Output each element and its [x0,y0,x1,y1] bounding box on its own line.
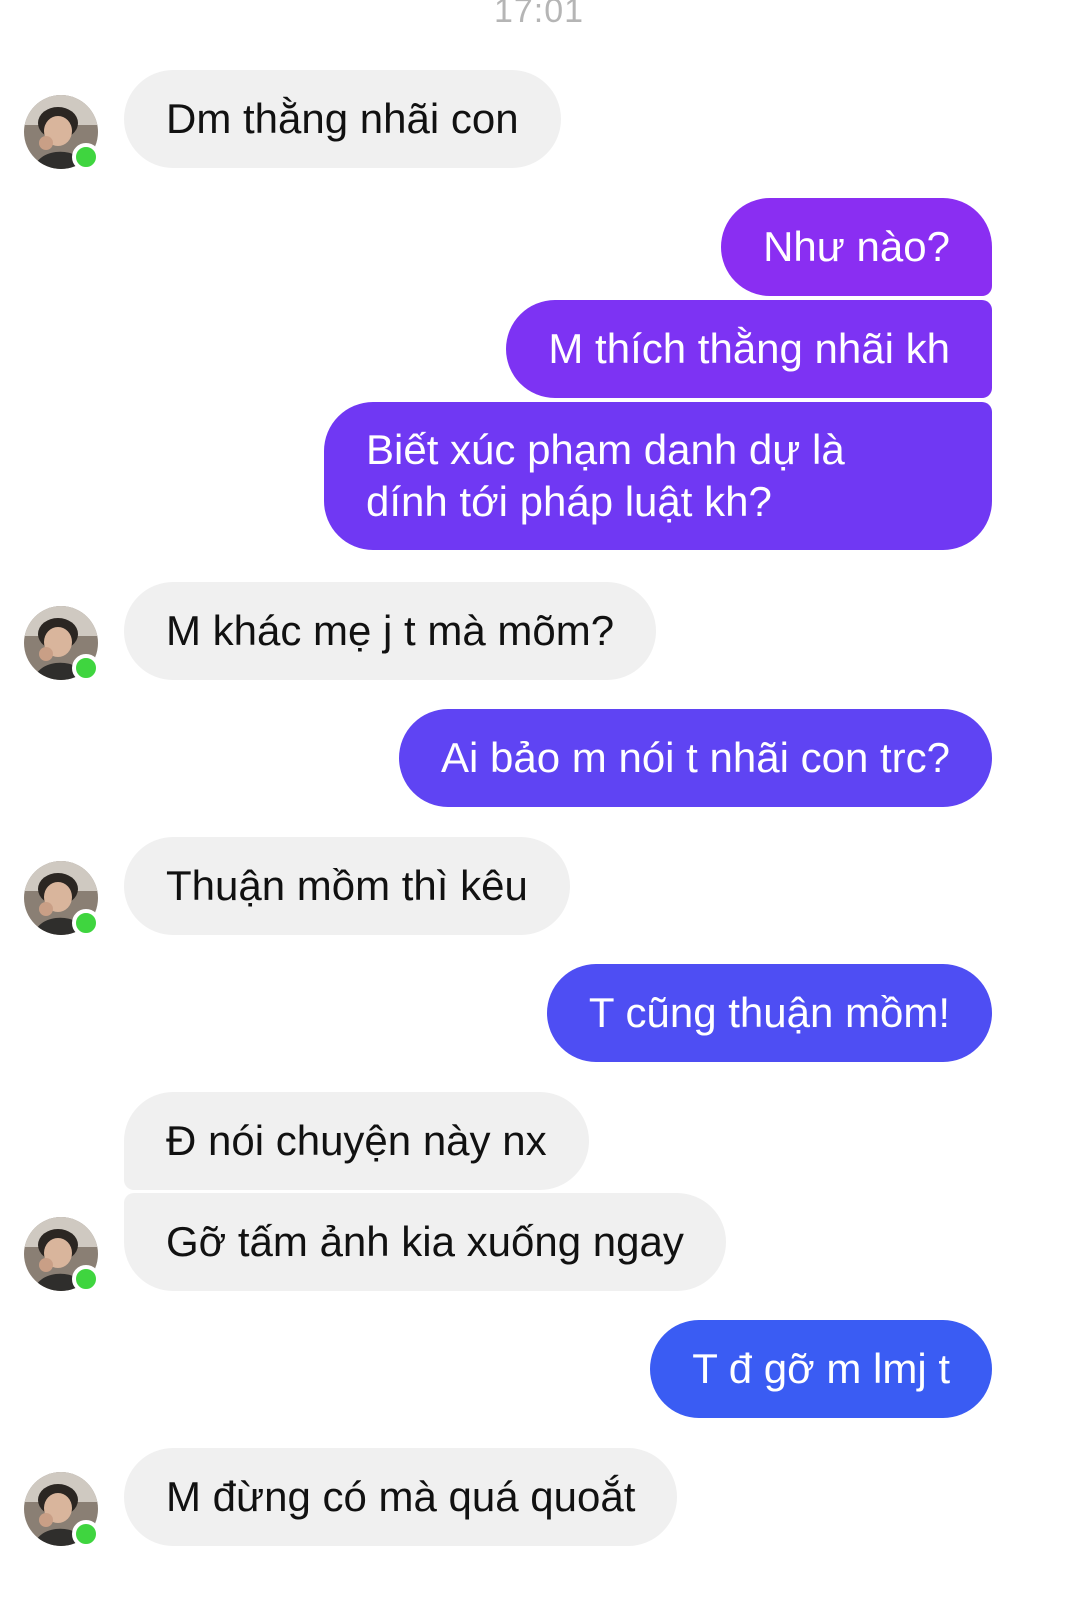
timestamp: 17:01 [493,0,585,30]
incoming-message[interactable]: M khác mẹ j t mà mõm? [124,582,657,680]
outgoing-message[interactable]: T cũng thuận mồm! [546,964,992,1062]
outgoing-message[interactable]: Ai bảo m nói t nhãi con trc? [399,709,992,807]
outgoing-message-multiline[interactable]: Biết xúc phạm danh dự là dính tới pháp l… [324,402,992,550]
message-line: Biết xúc phạm danh dự là [366,426,845,473]
online-status-dot [72,143,100,171]
incoming-message[interactable]: M đừng có mà quá quoắt [124,1448,678,1546]
outgoing-message[interactable]: T đ gỡ m lmj t [650,1320,992,1418]
avatar[interactable] [24,1472,100,1548]
incoming-message[interactable]: Gỡ tấm ảnh kia xuống ngay [124,1193,726,1291]
online-status-dot [72,654,100,682]
outgoing-message[interactable]: Như nào? [721,198,992,296]
avatar[interactable] [24,1217,100,1293]
avatar[interactable] [24,861,100,937]
online-status-dot [72,1520,100,1548]
outgoing-message[interactable]: M thích thằng nhãi kh [506,300,992,398]
incoming-message[interactable]: Đ nói chuyện này nx [124,1092,589,1190]
incoming-message[interactable]: Dm thằng nhãi con [124,70,561,168]
message-line: dính tới pháp luật kh? [366,478,772,525]
online-status-dot [72,909,100,937]
avatar[interactable] [24,95,100,171]
avatar[interactable] [24,606,100,682]
online-status-dot [72,1265,100,1293]
incoming-message[interactable]: Thuận mồm thì kêu [124,837,570,935]
